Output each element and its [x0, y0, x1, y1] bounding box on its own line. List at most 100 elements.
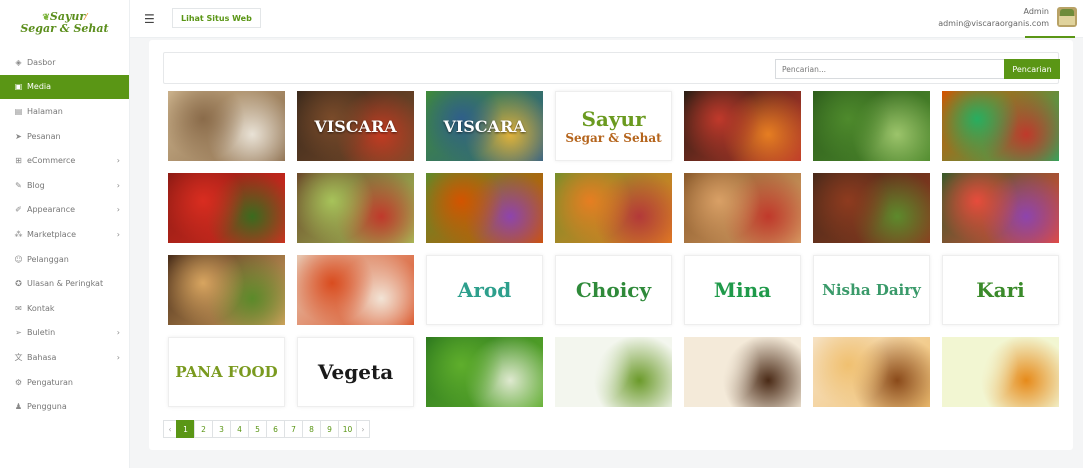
brush-icon: ✐ [15, 205, 22, 215]
sidebar-item-marketplace[interactable]: ⁂ Marketplace › [0, 222, 129, 247]
nisha-dairy-logo-image[interactable]: Nisha Dairy [813, 255, 930, 325]
burger-image[interactable] [813, 337, 930, 407]
pana-food-logo-image[interactable]: PANA FOOD [168, 337, 285, 407]
carrot-icon: ⁄ [85, 12, 87, 23]
coffee-beans-image[interactable] [684, 337, 801, 407]
sayur-logo-image[interactable]: Sayur Segar & Sehat [555, 91, 672, 161]
sidebar-item-label: Bahasa [27, 352, 57, 362]
vegetable-assortment-image[interactable] [942, 91, 1059, 161]
search-button[interactable]: Pencarian [1004, 59, 1060, 79]
sidebar-item-media[interactable]: ▣ Media [0, 74, 129, 100]
sidebar-item-label: Marketplace [27, 229, 77, 239]
next-page-button[interactable]: › [356, 420, 370, 438]
pasta-nests-image[interactable] [168, 255, 285, 325]
mina-logo-image[interactable]: Mina [684, 255, 801, 325]
customers-icon: ☺ [14, 254, 23, 264]
sidebar-item-label: Pesanan [27, 131, 61, 141]
kari-logo-image[interactable]: Kari [942, 255, 1059, 325]
sidebar-item-appearance[interactable]: ✐ Appearance › [0, 198, 129, 223]
page-button-4[interactable]: 4 [230, 420, 249, 438]
brand-logo[interactable]: ❦Sayur⁄ Segar & Sehat [0, 0, 129, 46]
avatar[interactable] [1057, 7, 1077, 27]
vegeta-logo-image[interactable]: Vegeta [297, 337, 414, 407]
sidebar-item-label: Pengaturan [27, 377, 73, 387]
hamburger-icon[interactable]: ☰ [144, 12, 155, 26]
send-icon: ➤ [15, 131, 22, 141]
page-button-7[interactable]: 7 [284, 420, 303, 438]
red-chilies-image[interactable] [168, 173, 285, 243]
sidebar-item-label: Pengguna [27, 402, 67, 412]
grilled-steak-image[interactable] [813, 173, 930, 243]
sidebar-item-bahasa[interactable]: 文 Bahasa › [0, 345, 129, 370]
edit-icon: ✎ [15, 180, 22, 190]
chevron-right-icon: › [116, 229, 120, 239]
topbar: ☰ Lihat Situs Web Admin admin@viscaraorg… [130, 0, 1083, 38]
sidebar-item-pengaturan[interactable]: ⚙ Pengaturan [0, 370, 129, 395]
page-button-10[interactable]: 10 [338, 420, 357, 438]
sidebar-item-label: Pelanggan [27, 254, 69, 264]
page-button-5[interactable]: 5 [248, 420, 267, 438]
pizza-image[interactable] [684, 173, 801, 243]
media-panel: Pencarian VISCARA VISCARA SayurSegar & Seh… [149, 40, 1073, 450]
juice-splash-image[interactable] [942, 337, 1059, 407]
store-building-image[interactable] [168, 91, 285, 161]
visit-site-button[interactable]: Lihat Situs Web [172, 8, 261, 28]
vegetable-basket-image[interactable] [297, 173, 414, 243]
sidebar-item-dasbor[interactable]: ◈ Dasbor [0, 50, 129, 75]
viscara-organis-store-image[interactable]: VISCARA [426, 91, 543, 161]
sidebar-item-pengguna[interactable]: ♟ Pengguna [0, 394, 129, 419]
mixed-vegetables-dark-image[interactable] [684, 91, 801, 161]
arod-logo-image[interactable]: Arod [426, 255, 543, 325]
sidebar-item-label: Halaman [27, 106, 63, 116]
chevron-right-icon: › [116, 328, 120, 338]
limes-image[interactable] [426, 337, 543, 407]
page-button-2[interactable]: 2 [194, 420, 213, 438]
tomatoes-hands-image[interactable] [297, 255, 414, 325]
image-caption: VISCARA [314, 116, 397, 136]
page-button-9[interactable]: 9 [320, 420, 339, 438]
sidebar-item-pelanggan[interactable]: ☺ Pelanggan [0, 247, 129, 272]
page-button-6[interactable]: 6 [266, 420, 285, 438]
salad-bowls-image[interactable] [426, 173, 543, 243]
cart-icon: ⊞ [15, 156, 22, 166]
search-bar: Pencarian [163, 52, 1060, 84]
sidebar-item-buletin[interactable]: ➢ Buletin › [0, 321, 129, 346]
settings-icon: ⚙ [14, 377, 23, 387]
fruits-kiwi-mango-image[interactable] [555, 173, 672, 243]
sidebar-item-pesanan[interactable]: ➤ Pesanan [0, 124, 129, 149]
prev-page-button[interactable]: ‹ [163, 420, 177, 438]
vegetables-white-bg-image[interactable] [555, 337, 672, 407]
image-caption: VISCARA [443, 116, 526, 136]
sidebar-item-label: Dasbor [27, 57, 56, 67]
sidebar-item-halaman[interactable]: ▤ Halaman [0, 99, 129, 124]
page-button-1[interactable]: 1 [176, 420, 195, 438]
spinach-leaves-image[interactable] [813, 91, 930, 161]
newsletter-icon: ➢ [15, 328, 22, 338]
logo-text: Mina [713, 278, 772, 302]
sidebar-item-blog[interactable]: ✎ Blog › [0, 173, 129, 198]
vegetable-platter-image[interactable] [942, 173, 1059, 243]
page-button-3[interactable]: 3 [212, 420, 231, 438]
brand-line1: Sayur [49, 9, 86, 23]
media-grid: VISCARA VISCARA Sayur Segar & Sehat Arod Choi… [168, 91, 1059, 407]
user-info[interactable]: Admin admin@viscaraorganis.com [938, 6, 1049, 30]
sidebar-item-label: Ulasan & Peringkat [27, 279, 104, 289]
marketplace-icon: ⁂ [14, 229, 23, 239]
logo-text: Sayur [581, 107, 646, 131]
sidebar-item-kontak[interactable]: ✉ Kontak [0, 296, 129, 321]
chevron-right-icon: › [116, 205, 120, 215]
pages-icon: ▤ [14, 106, 23, 116]
user-name: Admin [1023, 7, 1050, 16]
viscara-sign-image[interactable]: VISCARA [297, 91, 414, 161]
sidebar-item-label: Appearance [27, 205, 76, 215]
sidebar-item-ecommerce[interactable]: ⊞ eCommerce › [0, 148, 129, 173]
page-button-8[interactable]: 8 [302, 420, 321, 438]
chevron-right-icon: › [116, 352, 120, 362]
sidebar-item-ulasan-peringkat[interactable]: ✪ Ulasan & Peringkat [0, 271, 129, 296]
sidebar-item-label: Media [27, 82, 52, 92]
search-input[interactable] [775, 59, 1005, 79]
logo-text: Kari [976, 278, 1025, 302]
choicy-logo-image[interactable]: Choicy [555, 255, 672, 325]
logo-text: Nisha Dairy [822, 281, 921, 299]
sidebar-menu: ◈ Dasbor ▣ Media ▤ Halaman ➤ Pesanan ⊞ eCommerce ›… [0, 50, 129, 419]
